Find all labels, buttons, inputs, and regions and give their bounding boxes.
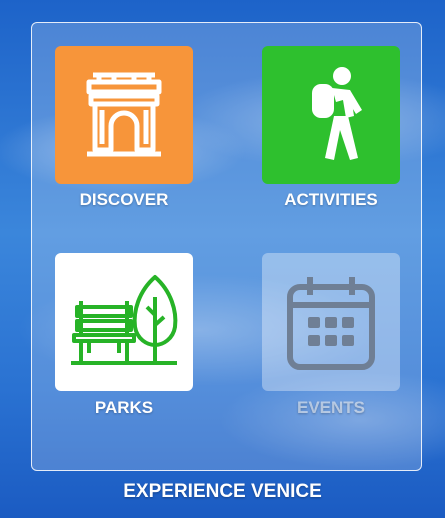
footer-title: EXPERIENCE VENICE — [123, 481, 322, 502]
arch-icon — [86, 72, 162, 157]
discover-label[interactable]: DISCOVER — [44, 190, 204, 210]
events-label[interactable]: EVENTS — [251, 398, 411, 418]
park-bench-tree-icon — [71, 275, 178, 365]
activities-tile[interactable] — [262, 46, 400, 184]
parks-tile[interactable] — [55, 253, 193, 391]
hiker-icon — [312, 67, 362, 160]
calendar-icon — [287, 277, 375, 370]
events-tile[interactable] — [262, 253, 400, 391]
discover-tile[interactable] — [55, 46, 193, 184]
activities-label[interactable]: ACTIVITIES — [251, 190, 411, 210]
parks-label[interactable]: PARKS — [44, 398, 204, 418]
